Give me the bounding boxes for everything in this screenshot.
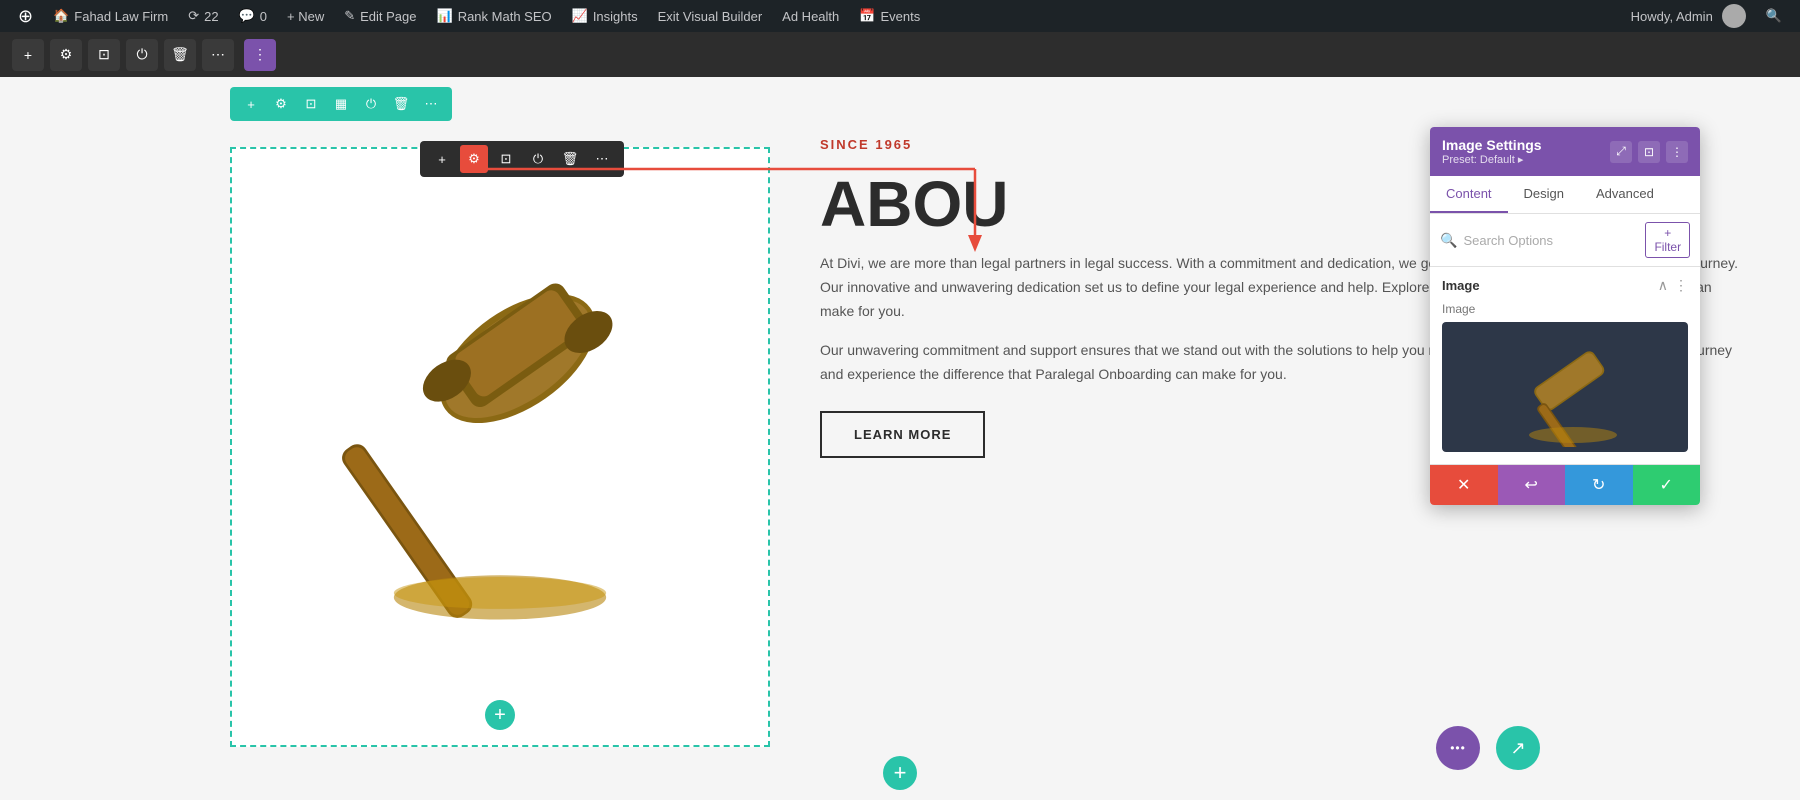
ad-health[interactable]: Ad Health <box>772 0 849 32</box>
site-name[interactable]: 🏠 Fahad Law Firm <box>43 0 178 32</box>
divi-power-button[interactable]: ⏻ <box>126 39 158 71</box>
fab-dots-button[interactable]: ••• <box>1436 726 1480 770</box>
events[interactable]: 📅 Events <box>849 0 930 32</box>
panel-search: 🔍 + Filter <box>1430 214 1700 267</box>
panel-header: Image Settings Preset: Default ▸ ⤢ ⊡ ⋮ <box>1430 127 1700 176</box>
section-more-button[interactable]: ⋯ <box>418 91 444 117</box>
panel-cancel-button[interactable]: ✕ <box>1430 465 1498 505</box>
collapse-icon[interactable]: ∧ <box>1658 277 1668 294</box>
divi-more-button[interactable]: ⋯ <box>202 39 234 71</box>
panel-search-icon: 🔍 <box>1440 232 1457 249</box>
updates-count[interactable]: ⟳ 22 <box>178 0 228 32</box>
tab-advanced[interactable]: Advanced <box>1580 176 1670 213</box>
section-toolbar: + ⚙ ⊡ ▦ ⏻ 🗑 ⋯ <box>230 87 452 121</box>
image-module-toolbar: + ⚙ ⊡ ⏻ 🗑 ⋯ <box>420 141 624 177</box>
divi-layout-button[interactable]: ⊡ <box>88 39 120 71</box>
divi-purple-button[interactable]: ⋮ <box>244 39 276 71</box>
tab-design[interactable]: Design <box>1508 176 1580 213</box>
wp-icon: ⊕ <box>18 6 33 27</box>
panel-header-icons: ⤢ ⊡ ⋮ <box>1610 141 1688 163</box>
insights-icon: 📈 <box>572 8 588 24</box>
image-column: + <box>230 147 770 747</box>
image-preview[interactable] <box>1442 322 1688 452</box>
panel-fullscreen-button[interactable]: ⤢ <box>1610 141 1632 163</box>
fab-chart-button[interactable]: ↗ <box>1496 726 1540 770</box>
divi-builder-bar: + ⚙ ⊡ ⏻ 🗑 ⋯ ⋮ <box>0 32 1800 77</box>
panel-image-preview-svg <box>1475 327 1655 447</box>
search-button[interactable]: 🔍 <box>1756 0 1792 32</box>
filter-button[interactable]: + Filter <box>1645 222 1690 258</box>
section-delete-button[interactable]: 🗑 <box>388 91 414 117</box>
image-add-button[interactable]: + <box>428 145 456 173</box>
rank-math-seo[interactable]: 📊 Rank Math SEO <box>427 0 562 32</box>
divi-settings-button[interactable]: ⚙ <box>50 39 82 71</box>
section-power-button[interactable]: ⏻ <box>358 91 384 117</box>
divi-delete-button[interactable]: 🗑 <box>164 39 196 71</box>
image-settings-button[interactable]: ⚙ <box>460 145 488 173</box>
dots-icon: ••• <box>1450 741 1466 755</box>
search-options-input[interactable] <box>1463 233 1639 248</box>
exit-visual-builder[interactable]: Exit Visual Builder <box>648 0 773 32</box>
main-canvas: + ⚙ ⊡ ▦ ⏻ 🗑 ⋯ + ⚙ ⊡ ⏻ 🗑 ⋯ <box>0 77 1800 800</box>
howdy-admin[interactable]: Howdy, Admin <box>1621 0 1756 32</box>
panel-title-group: Image Settings Preset: Default ▸ <box>1442 137 1542 166</box>
gavel-image <box>310 217 690 677</box>
new-button[interactable]: + New <box>277 0 334 32</box>
add-module-button[interactable]: + <box>485 700 515 730</box>
panel-expand-button[interactable]: ⊡ <box>1638 141 1660 163</box>
panel-tabs: Content Design Advanced <box>1430 176 1700 214</box>
image-settings-panel: Image Settings Preset: Default ▸ ⤢ ⊡ ⋮ C… <box>1430 127 1700 505</box>
events-icon: 📅 <box>859 8 875 24</box>
add-bottom-icon: + <box>894 760 907 786</box>
comments-count[interactable]: 💬 0 <box>229 0 277 32</box>
tab-content[interactable]: Content <box>1430 176 1508 213</box>
site-name-icon: 🏠 <box>53 8 69 24</box>
comments-icon: 💬 <box>239 8 255 24</box>
image-more-button[interactable]: ⋯ <box>588 145 616 173</box>
fab-add-bottom-button[interactable]: + <box>883 756 917 790</box>
panel-confirm-button[interactable]: ✓ <box>1633 465 1701 505</box>
chart-icon: ↗ <box>1510 738 1525 759</box>
section-settings-button[interactable]: ⚙ <box>268 91 294 117</box>
image-duplicate-button[interactable]: ⊡ <box>492 145 520 173</box>
section-add-button[interactable]: + <box>238 91 264 117</box>
panel-section-icons: ∧ ⋮ <box>1658 277 1688 294</box>
section-more-icon[interactable]: ⋮ <box>1674 277 1688 294</box>
image-section-header: Image ∧ ⋮ <box>1430 267 1700 302</box>
image-section-title: Image <box>1442 278 1480 293</box>
search-icon: 🔍 <box>1766 8 1782 24</box>
edit-page-button[interactable]: ✎ Edit Page <box>334 0 426 32</box>
admin-bar: ⊕ 🏠 Fahad Law Firm ⟳ 22 💬 0 + New ✎ Edit… <box>0 0 1800 32</box>
image-delete-button[interactable]: 🗑 <box>556 145 584 173</box>
panel-undo-button[interactable]: ↩ <box>1498 465 1566 505</box>
section-columns-button[interactable]: ▦ <box>328 91 354 117</box>
insights-button[interactable]: 📈 Insights <box>562 0 648 32</box>
rank-math-icon: 📊 <box>437 8 453 24</box>
panel-preset: Preset: Default ▸ <box>1442 153 1542 166</box>
image-field-label: Image <box>1430 302 1700 322</box>
gavel-image-container <box>232 149 768 745</box>
learn-more-button[interactable]: Learn More <box>820 411 985 458</box>
section-layout-button[interactable]: ⊡ <box>298 91 324 117</box>
admin-bar-right: Howdy, Admin 🔍 <box>1621 0 1792 32</box>
panel-footer: ✕ ↩ ↻ ✓ <box>1430 464 1700 505</box>
edit-icon: ✎ <box>344 8 355 24</box>
panel-redo-button[interactable]: ↻ <box>1565 465 1633 505</box>
panel-title: Image Settings <box>1442 137 1542 153</box>
page-content: + ⚙ ⊡ ▦ ⏻ 🗑 ⋯ + ⚙ ⊡ ⏻ 🗑 ⋯ <box>0 77 1800 800</box>
updates-icon: ⟳ <box>188 8 199 24</box>
avatar <box>1722 4 1746 28</box>
wp-logo[interactable]: ⊕ <box>8 0 43 32</box>
image-power-button[interactable]: ⏻ <box>524 145 552 173</box>
panel-more-button[interactable]: ⋮ <box>1666 141 1688 163</box>
divi-add-button[interactable]: + <box>12 39 44 71</box>
